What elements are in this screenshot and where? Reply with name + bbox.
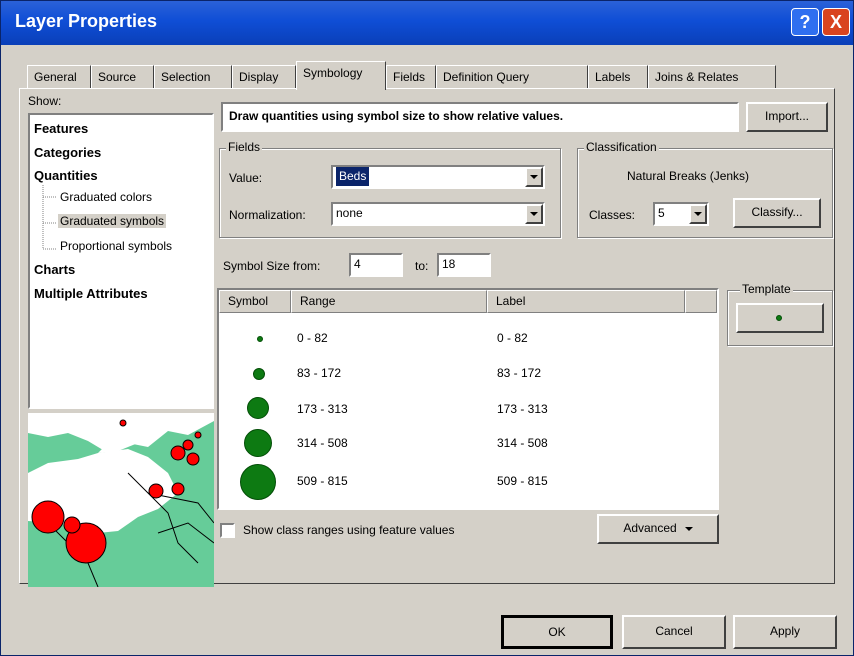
help-button[interactable]: ? [791,8,819,36]
column-header-label[interactable]: Label [487,290,685,313]
advanced-button-label: Advanced [623,521,677,535]
tab-general[interactable]: General [27,65,91,89]
title-bar[interactable]: Layer Properties ? X [1,1,853,45]
column-header-range[interactable]: Range [291,290,487,313]
label-cell[interactable]: 173 - 313 [497,402,548,416]
show-item-graduated-colors[interactable]: Graduated colors [60,190,152,204]
template-symbol-swatch [776,315,782,321]
show-item-categories[interactable]: Categories [34,145,101,160]
range-cell[interactable]: 509 - 815 [297,474,348,488]
symbol-swatch[interactable] [244,429,272,457]
tab-source[interactable]: Source [91,65,154,89]
value-label: Value: [229,171,263,185]
chevron-down-icon[interactable] [689,204,707,224]
tab-display[interactable]: Display [232,65,296,89]
value-selected: Beds [336,167,370,186]
ok-button[interactable]: OK [501,615,613,649]
range-cell[interactable]: 83 - 172 [297,366,341,380]
classification-method: Natural Breaks (Jenks) [627,169,750,183]
range-cell[interactable]: 0 - 82 [297,331,328,345]
label-cell[interactable]: 0 - 82 [497,331,528,345]
tab-selection[interactable]: Selection [154,65,232,89]
template-symbol-button[interactable] [736,303,824,333]
tab-labels[interactable]: Labels [588,65,648,89]
chevron-down-icon[interactable] [525,167,543,187]
class-table[interactable]: Symbol Range Label 0 - 82 0 - 82 83 - 17… [217,288,719,510]
classify-button[interactable]: Classify... [733,198,821,228]
show-item-proportional-symbols[interactable]: Proportional symbols [60,239,172,253]
value-select[interactable]: Beds [331,165,545,189]
classes-label: Classes: [589,208,636,222]
label-cell[interactable]: 83 - 172 [497,366,541,380]
normalization-label: Normalization: [229,208,306,222]
apply-button[interactable]: Apply [733,615,837,649]
template-group-label: Template [740,282,793,296]
dialog-title: Layer Properties [15,11,158,31]
tab-symbology[interactable]: Symbology [296,61,386,90]
tab-fields[interactable]: Fields [386,65,436,89]
symbol-swatch[interactable] [257,336,263,342]
close-button[interactable]: X [822,8,850,36]
column-header-spacer [685,290,717,313]
show-class-ranges-label[interactable]: Show class ranges using feature values [243,523,454,537]
tab-definition-query[interactable]: Definition Query [436,65,588,89]
show-list[interactable]: Features Categories Quantities Graduated… [28,113,214,409]
show-class-ranges-checkbox[interactable] [220,523,235,538]
symbol-size-to-label: to: [415,259,429,273]
classification-group-label: Classification [584,140,659,154]
symbol-size-from-label: Symbol Size from: [223,259,321,273]
map-preview [28,413,214,587]
show-item-charts[interactable]: Charts [34,262,75,277]
symbol-swatch[interactable] [253,368,265,380]
symbol-size-to-input[interactable]: 18 [437,253,491,277]
symbology-description: Draw quantities using symbol size to sho… [221,102,739,132]
symbol-swatch[interactable] [240,464,276,500]
show-item-features[interactable]: Features [34,121,88,136]
advanced-button[interactable]: Advanced [597,514,719,544]
range-cell[interactable]: 314 - 508 [297,436,348,450]
fields-group-label: Fields [226,140,263,154]
classes-selected: 5 [658,206,665,220]
tab-joins-relates[interactable]: Joins & Relates [648,65,776,89]
import-button[interactable]: Import... [746,102,828,132]
symbol-size-from-input[interactable]: 4 [349,253,403,277]
symbol-swatch[interactable] [247,397,269,419]
show-label: Show: [28,94,62,108]
column-header-symbol[interactable]: Symbol [219,290,291,313]
show-item-quantities[interactable]: Quantities [34,168,98,183]
range-cell[interactable]: 173 - 313 [297,402,348,416]
layer-properties-dialog: Layer Properties ? X General Source Sele… [0,0,854,656]
classes-select[interactable]: 5 [653,202,709,226]
show-item-graduated-symbols[interactable]: Graduated symbols [58,214,167,228]
label-cell[interactable]: 509 - 815 [497,474,548,488]
normalization-select[interactable]: none [331,202,545,226]
chevron-down-icon [684,526,693,531]
cancel-button[interactable]: Cancel [622,615,726,649]
show-item-multiple-attributes[interactable]: Multiple Attributes [34,286,148,301]
normalization-selected: none [336,206,363,220]
label-cell[interactable]: 314 - 508 [497,436,548,450]
chevron-down-icon[interactable] [525,204,543,224]
